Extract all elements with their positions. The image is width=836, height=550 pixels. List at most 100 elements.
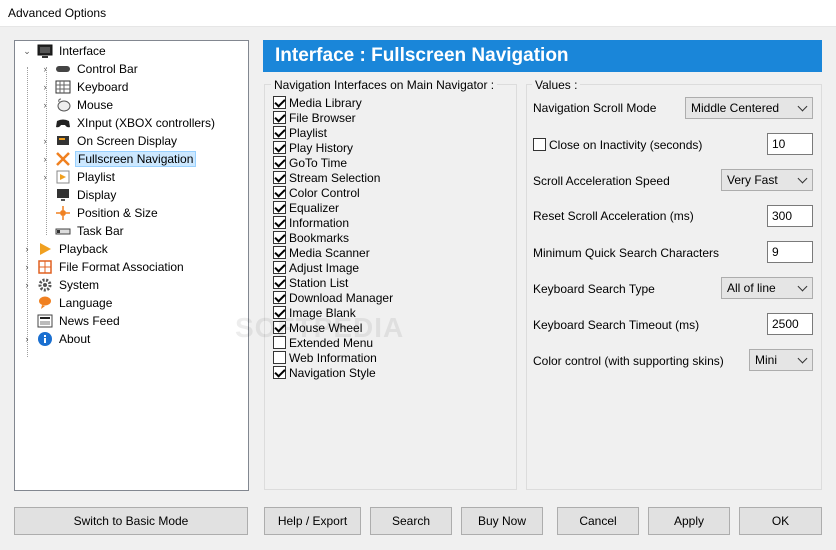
checkbox-label: Station List xyxy=(289,275,349,290)
chevron-down-icon[interactable]: ⌄ xyxy=(21,45,33,57)
ok-button[interactable]: OK xyxy=(739,507,822,535)
options-tree[interactable]: ⌄ Interface › Control Bar › Keyboard › M… xyxy=(14,40,249,491)
control-bar-icon xyxy=(55,61,71,77)
checkbox-adjust-image[interactable]: Adjust Image xyxy=(273,260,359,275)
title-bar: Advanced Options xyxy=(0,0,836,27)
scroll-mode-select[interactable]: Middle Centered xyxy=(685,97,813,119)
checkbox-equalizer[interactable]: Equalizer xyxy=(273,200,339,215)
checkbox-stream-selection[interactable]: Stream Selection xyxy=(273,170,380,185)
tree-item-display[interactable]: Display xyxy=(39,186,118,204)
switch-basic-mode-button[interactable]: Switch to Basic Mode xyxy=(14,507,248,535)
chevron-right-icon[interactable]: › xyxy=(39,171,51,183)
tree-item-label: Display xyxy=(77,188,117,202)
tree-item-mouse[interactable]: › Mouse xyxy=(39,96,115,114)
checkbox-station-list[interactable]: Station List xyxy=(273,275,348,290)
checkbox-label: Equalizer xyxy=(289,200,340,215)
tree-item-fullscreen-navigation[interactable]: › Fullscreen Navigation xyxy=(39,150,197,168)
tree-item-label: Fullscreen Navigation xyxy=(75,151,197,167)
checkbox[interactable] xyxy=(533,138,546,151)
color-control-select[interactable]: Mini xyxy=(749,349,813,371)
checkbox-playlist[interactable]: Playlist xyxy=(273,125,327,140)
chevron-right-icon[interactable]: › xyxy=(21,333,33,345)
nav-interfaces-title: Navigation Interfaces on Main Navigator … xyxy=(271,78,498,92)
checkbox-download-manager[interactable]: Download Manager xyxy=(273,290,393,305)
checkbox-information[interactable]: Information xyxy=(273,215,349,230)
tree-item-interface[interactable]: ⌄ Interface xyxy=(21,42,108,60)
keyboard-icon xyxy=(55,79,71,95)
tree-item-language[interactable]: Language xyxy=(21,294,114,312)
cancel-button[interactable]: Cancel xyxy=(557,507,639,535)
checkbox-file-browser[interactable]: File Browser xyxy=(273,110,356,125)
position-icon xyxy=(55,205,71,221)
checkbox-media-scanner[interactable]: Media Scanner xyxy=(273,245,370,260)
chevron-right-icon[interactable]: › xyxy=(39,99,51,111)
checkbox[interactable] xyxy=(273,291,286,304)
chevron-right-icon[interactable]: › xyxy=(39,153,51,165)
window-title: Advanced Options xyxy=(8,6,107,20)
checkbox[interactable] xyxy=(273,171,286,184)
tree-item-playlist[interactable]: › Playlist xyxy=(39,168,117,186)
checkbox[interactable] xyxy=(273,351,286,364)
chevron-right-icon[interactable]: › xyxy=(21,261,33,273)
checkbox[interactable] xyxy=(273,366,286,379)
checkbox-bookmarks[interactable]: Bookmarks xyxy=(273,230,349,245)
tree-item-system[interactable]: › System xyxy=(21,276,101,294)
scroll-accel-speed-select[interactable]: Very Fast xyxy=(721,169,813,191)
tree-item-playback[interactable]: › Playback xyxy=(21,240,110,258)
search-button[interactable]: Search xyxy=(370,507,452,535)
keyboard-search-timeout-label: Keyboard Search Timeout (ms) xyxy=(533,318,700,332)
help-export-button[interactable]: Help / Export xyxy=(264,507,361,535)
close-inactivity-input[interactable]: 10 xyxy=(767,133,813,155)
checkbox[interactable] xyxy=(273,126,286,139)
watermark: SOFTPEDIA xyxy=(235,312,405,343)
osd-icon xyxy=(55,133,71,149)
checkbox[interactable] xyxy=(273,261,286,274)
checkbox[interactable] xyxy=(273,156,286,169)
chevron-down-icon xyxy=(796,98,808,118)
checkbox[interactable] xyxy=(273,216,286,229)
buy-now-button[interactable]: Buy Now xyxy=(461,507,543,535)
min-quick-search-label: Minimum Quick Search Characters xyxy=(533,246,720,260)
checkbox[interactable] xyxy=(273,276,286,289)
chevron-right-icon[interactable]: › xyxy=(39,135,51,147)
min-quick-search-input[interactable]: 9 xyxy=(767,241,813,263)
checkbox-navigation-style[interactable]: Navigation Style xyxy=(273,365,376,380)
checkbox[interactable] xyxy=(273,96,286,109)
checkbox[interactable] xyxy=(273,186,286,199)
reset-scroll-accel-label: Reset Scroll Acceleration (ms) xyxy=(533,209,694,223)
apply-button[interactable]: Apply xyxy=(648,507,730,535)
tree-item-osd[interactable]: › On Screen Display xyxy=(39,132,179,150)
chevron-right-icon[interactable]: › xyxy=(39,81,51,93)
tree-item-task-bar[interactable]: Task Bar xyxy=(39,222,126,240)
chevron-right-icon[interactable]: › xyxy=(21,243,33,255)
checkbox[interactable] xyxy=(273,201,286,214)
checkbox-web-information[interactable]: Web Information xyxy=(273,350,377,365)
checkbox[interactable] xyxy=(273,141,286,154)
keyboard-search-timeout-input[interactable]: 2500 xyxy=(767,313,813,335)
checkbox-color-control[interactable]: Color Control xyxy=(273,185,360,200)
close-inactivity-checkbox[interactable]: Close on Inactivity (seconds) xyxy=(533,137,702,152)
tree-item-file-format-association[interactable]: › File Format Association xyxy=(21,258,186,276)
tree-item-about[interactable]: › About xyxy=(21,330,92,348)
tree-item-keyboard[interactable]: › Keyboard xyxy=(39,78,130,96)
checkbox-goto-time[interactable]: GoTo Time xyxy=(273,155,347,170)
checkbox-media-library[interactable]: Media Library xyxy=(273,95,362,110)
reset-scroll-accel-input[interactable]: 300 xyxy=(767,205,813,227)
tree-item-label: Interface xyxy=(59,44,106,58)
chevron-right-icon[interactable]: › xyxy=(21,279,33,291)
checkbox[interactable] xyxy=(273,111,286,124)
fullscreen-icon xyxy=(55,151,71,167)
tree-item-position-size[interactable]: Position & Size xyxy=(39,204,160,222)
tree-item-control-bar[interactable]: › Control Bar xyxy=(39,60,140,78)
tree-item-news-feed[interactable]: News Feed xyxy=(21,312,122,330)
checkbox-play-history[interactable]: Play History xyxy=(273,140,353,155)
keyboard-search-type-select[interactable]: All of line xyxy=(721,277,813,299)
tree-item-xinput[interactable]: XInput (XBOX controllers) xyxy=(39,114,217,132)
gear-icon xyxy=(37,277,53,293)
checkbox[interactable] xyxy=(273,231,286,244)
chevron-right-icon[interactable]: › xyxy=(39,63,51,75)
checkbox[interactable] xyxy=(273,246,286,259)
